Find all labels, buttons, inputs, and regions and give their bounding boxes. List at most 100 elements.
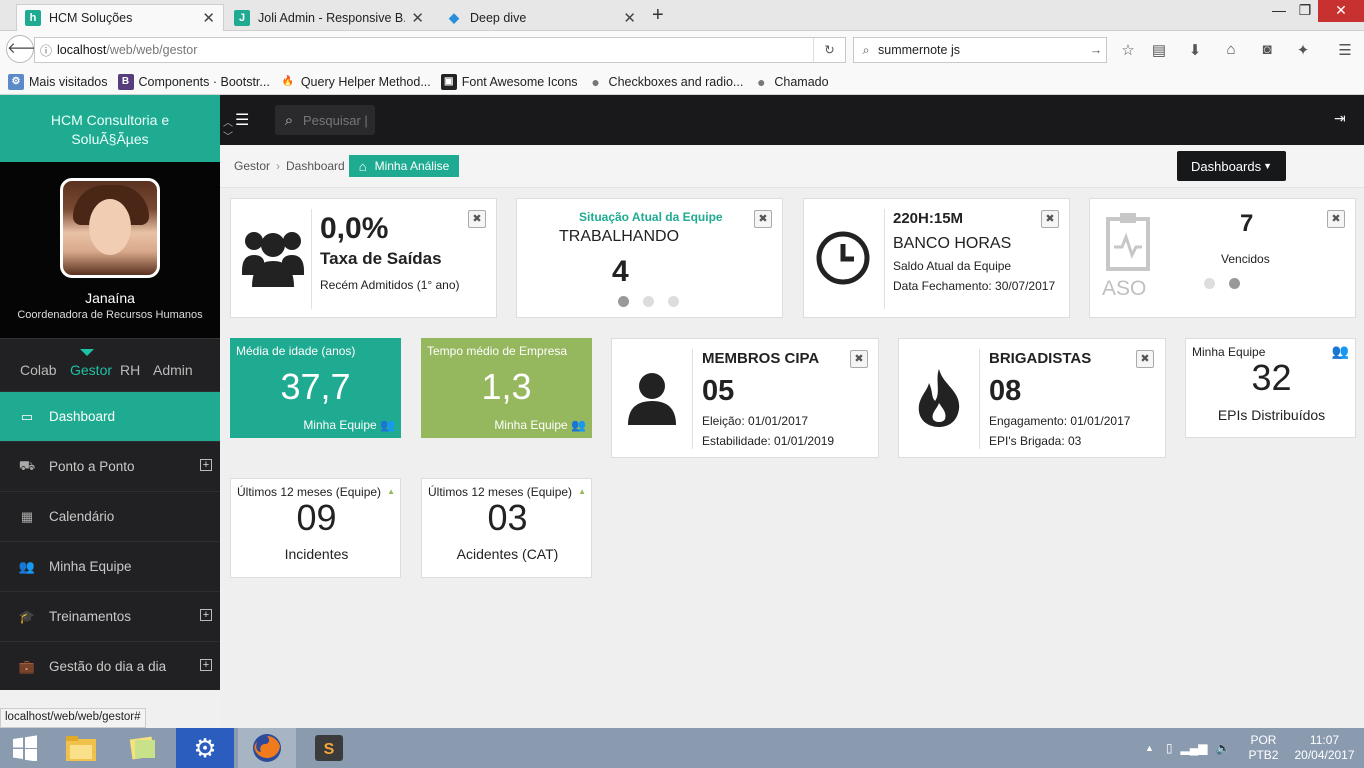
- card-aso: ASO 7 Vencidos ✖: [1089, 198, 1356, 318]
- sublime-text-app[interactable]: S: [300, 728, 358, 768]
- bookmark-bootstrap[interactable]: B Components · Bootstr...: [117, 73, 270, 90]
- new-tab-button[interactable]: +: [652, 4, 664, 27]
- situacao-status: TRABALHANDO: [559, 228, 680, 245]
- logout-icon[interactable]: ⇥: [1334, 110, 1346, 127]
- tab-favicon-icon: h: [25, 10, 41, 26]
- carousel-dots[interactable]: [611, 295, 686, 310]
- acidentes-value: 03: [487, 497, 528, 538]
- extension-icon[interactable]: ✦: [1292, 41, 1314, 59]
- battery-icon[interactable]: ▯: [1166, 741, 1173, 755]
- carousel-dot[interactable]: [668, 296, 679, 307]
- close-card-button[interactable]: ✖: [1327, 210, 1345, 228]
- close-window-button[interactable]: ✕: [1318, 0, 1364, 22]
- download-icon[interactable]: ⬇: [1184, 41, 1206, 59]
- carousel-dot[interactable]: [1204, 278, 1215, 289]
- role-gestor[interactable]: Gestor: [70, 362, 112, 378]
- windows-start-button[interactable]: [0, 728, 50, 768]
- browser-tab-joli[interactable]: J Joli Admin - Responsive B... ✕: [226, 4, 432, 31]
- close-card-button[interactable]: ✖: [754, 210, 772, 228]
- back-button[interactable]: 🡐: [6, 35, 47, 63]
- close-tab-icon[interactable]: ✕: [202, 9, 215, 27]
- search-placeholder: Pesquisar |: [303, 112, 368, 128]
- bookmark-font-awesome[interactable]: ▣ Font Awesome Icons: [440, 73, 578, 90]
- graduation-cap-icon: 🎓: [18, 608, 36, 624]
- browser-tab-deep-dive[interactable]: ◆ Deep dive ✕: [438, 4, 644, 31]
- bookmark-query-helper[interactable]: 🔥 Query Helper Method...: [280, 74, 431, 90]
- file-explorer-app[interactable]: [52, 728, 110, 768]
- cipa-title: MEMBROS CIPA: [702, 350, 820, 367]
- role-colab[interactable]: Colab: [20, 362, 57, 378]
- dashboards-dropdown-button[interactable]: Dashboards ▼: [1177, 151, 1286, 181]
- sticky-notes-app[interactable]: [114, 728, 172, 768]
- expand-plus-icon[interactable]: +: [200, 659, 212, 671]
- sidebar-item-gestao-do-dia-a-dia[interactable]: 💼 Gestão do dia a dia +: [0, 641, 220, 691]
- breadcrumb: Gestor › Dashboard ⌂ Minha Análise: [234, 155, 460, 177]
- globe-icon: ●: [591, 73, 600, 90]
- close-card-button[interactable]: ✖: [1041, 210, 1059, 228]
- carousel-dot[interactable]: [618, 296, 629, 307]
- bookmark-checkboxes[interactable]: ● Checkboxes and radio...: [588, 73, 743, 90]
- sidebar-item-minha-equipe[interactable]: 👥 Minha Equipe: [0, 541, 220, 591]
- card-epis: Minha Equipe 👥 32 EPIs Distribuídos: [1185, 338, 1356, 438]
- card-situacao-equipe: Situação Atual da Equipe TRABALHANDO 4 ✖: [516, 198, 783, 318]
- epis-value: 32: [1251, 357, 1292, 398]
- brand-title[interactable]: HCM Consultoria e SoluÃ§Ãµes: [0, 95, 220, 162]
- expand-plus-icon[interactable]: +: [200, 459, 212, 471]
- brigadistas-title: BRIGADISTAS: [989, 350, 1092, 367]
- carousel-dot[interactable]: [643, 296, 654, 307]
- toggle-sidebar-icon[interactable]: ☰: [235, 110, 249, 130]
- avatar[interactable]: [60, 178, 160, 278]
- app-top-bar: ☰ ⌕ Pesquisar | ⇥: [220, 95, 1364, 145]
- sidebar-item-calendario[interactable]: ▦ Calendário: [0, 491, 220, 541]
- reload-icon[interactable]: ↻: [813, 38, 845, 62]
- sidebar-item-dashboard[interactable]: ▭ Dashboard: [0, 391, 220, 441]
- home-icon[interactable]: ⌂: [1220, 41, 1242, 58]
- firefox-app[interactable]: [238, 728, 296, 768]
- volume-icon[interactable]: 🔈: [1216, 741, 1231, 755]
- bookmark-mais-visitados[interactable]: ⚙ Mais visitados: [8, 73, 108, 90]
- url-bar[interactable]: ⓘ localhost/web/web/gestor ↻: [34, 37, 846, 63]
- browser-tab-hcm[interactable]: h HCM Soluções ✕: [16, 4, 224, 31]
- fire-icon: [918, 369, 960, 427]
- close-tab-icon[interactable]: ✕: [411, 9, 424, 27]
- network-signal-icon[interactable]: ▂▄▆: [1181, 741, 1208, 755]
- role-admin[interactable]: Admin: [153, 362, 193, 378]
- breadcrumb-dashboard[interactable]: Dashboard: [286, 159, 345, 173]
- expand-plus-icon[interactable]: +: [200, 609, 212, 621]
- clock[interactable]: 11:07 20/04/2017: [1294, 733, 1354, 763]
- users-icon: 👥: [571, 418, 586, 432]
- app-search-input[interactable]: ⌕ Pesquisar |: [275, 105, 375, 135]
- info-icon[interactable]: ⓘ: [35, 42, 57, 59]
- pocket-icon[interactable]: ◙: [1256, 41, 1278, 58]
- browser-search-input[interactable]: ⌕ summernote js →: [853, 37, 1107, 63]
- search-go-icon[interactable]: →: [1086, 43, 1106, 57]
- card-acidentes: Últimos 12 meses (Equipe) ▲ 03 Acidentes…: [421, 478, 592, 578]
- truck-icon: ⛟: [18, 457, 36, 473]
- card-taxa-saidas: 0,0% Taxa de Saídas Recém Admitidos (1° …: [230, 198, 497, 318]
- reading-list-icon[interactable]: ▤: [1148, 41, 1170, 59]
- maximize-window-button[interactable]: ❐: [1288, 0, 1322, 22]
- settings-app[interactable]: ⚙: [176, 728, 234, 768]
- browser-nav-bar: 🡐 ⓘ localhost/web/web/gestor ↻ ⌕ summern…: [0, 31, 1364, 69]
- breadcrumb-gestor[interactable]: Gestor: [234, 159, 270, 173]
- taxa-saidas-title: Taxa de Saídas: [320, 249, 442, 268]
- sidebar-item-ponto-a-ponto[interactable]: ⛟ Ponto a Ponto +: [0, 441, 220, 491]
- bootstrap-icon: B: [117, 73, 134, 90]
- bookmark-star-icon[interactable]: ☆: [1117, 41, 1139, 59]
- carousel-dots[interactable]: [1197, 277, 1247, 292]
- bookmark-chamado[interactable]: ● Chamado: [753, 74, 828, 90]
- taxa-saidas-value: 0,0%: [320, 212, 389, 245]
- role-rh[interactable]: RH: [120, 362, 140, 378]
- sidebar-item-treinamentos[interactable]: 🎓 Treinamentos +: [0, 591, 220, 641]
- close-tab-icon[interactable]: ✕: [623, 9, 636, 27]
- incidentes-footer: Incidentes: [284, 546, 349, 562]
- tray-chevron-up-icon[interactable]: ▲: [1145, 743, 1154, 753]
- close-card-button[interactable]: ✖: [1136, 350, 1154, 368]
- language-indicator[interactable]: POR PTB2: [1248, 733, 1278, 763]
- carousel-dot[interactable]: [1229, 278, 1240, 289]
- close-card-button[interactable]: ✖: [850, 350, 868, 368]
- menu-hamburger-icon[interactable]: ☰: [1334, 41, 1356, 59]
- folder-icon: [66, 736, 96, 761]
- close-card-button[interactable]: ✖: [468, 210, 486, 228]
- calendar-icon: ▦: [20, 508, 34, 524]
